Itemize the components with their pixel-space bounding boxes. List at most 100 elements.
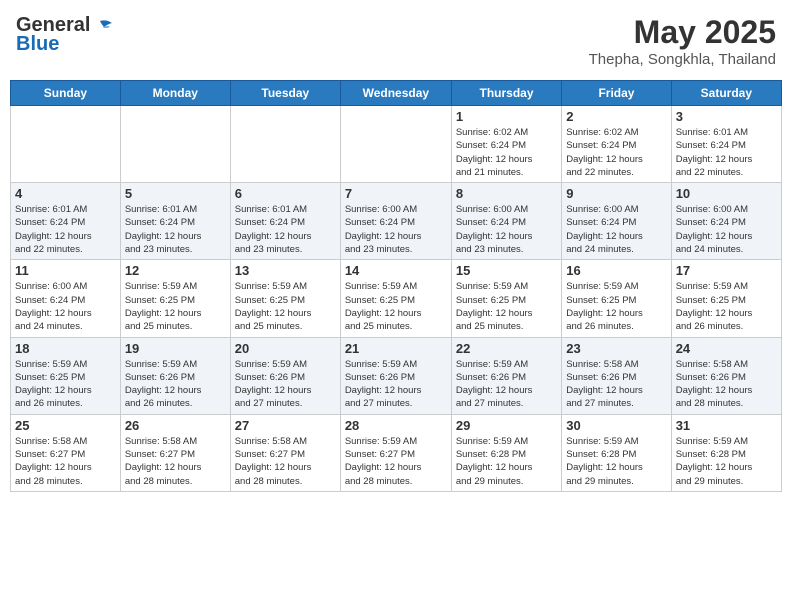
calendar-cell: 25Sunrise: 5:58 AM Sunset: 6:27 PM Dayli…	[11, 414, 121, 491]
calendar-week-2: 4 Sunrise: 6:01 AM Sunset: 6:24 PM Daylig…	[11, 183, 782, 260]
day-info: Sunrise: 6:01 AM Sunset: 6:24 PM Dayligh…	[235, 203, 336, 256]
calendar-cell: 27 Sunrise: 5:58 AM Sunset: 6:27 PM Dayli…	[230, 414, 340, 491]
col-header-monday: Monday	[120, 81, 230, 106]
calendar-cell: 23Sunrise: 5:58 AM Sunset: 6:26 PM Dayli…	[562, 337, 671, 414]
calendar-cell: 12Sunrise: 5:59 AM Sunset: 6:25 PM Dayli…	[120, 260, 230, 337]
day-info: Sunrise: 5:59 AM Sunset: 6:26 PM Dayligh…	[456, 358, 557, 411]
day-info: Sunrise: 5:58 AM Sunset: 6:27 PM Dayligh…	[235, 435, 336, 488]
day-info: Sunrise: 6:00 AM Sunset: 6:24 PM Dayligh…	[345, 203, 447, 256]
day-info: Sunrise: 5:59 AM Sunset: 6:26 PM Dayligh…	[125, 358, 226, 411]
calendar-cell	[340, 106, 451, 183]
location-subtitle: Thepha, Songkhla, Thailand	[589, 51, 776, 68]
calendar-cell: 22 Sunrise: 5:59 AM Sunset: 6:26 PM Dayli…	[451, 337, 561, 414]
calendar-cell: 19 Sunrise: 5:59 AM Sunset: 6:26 PM Dayli…	[120, 337, 230, 414]
day-info: Sunrise: 5:59 AM Sunset: 6:28 PM Dayligh…	[566, 435, 666, 488]
calendar-header-row: SundayMondayTuesdayWednesdayThursdayFrid…	[11, 81, 782, 106]
calendar-cell: 2Sunrise: 6:02 AM Sunset: 6:24 PM Daylig…	[562, 106, 671, 183]
day-number: 31	[676, 418, 777, 433]
calendar-cell: 16 Sunrise: 5:59 AM Sunset: 6:25 PM Dayli…	[562, 260, 671, 337]
calendar-cell: 17 Sunrise: 5:59 AM Sunset: 6:25 PM Dayli…	[671, 260, 781, 337]
calendar-cell	[230, 106, 340, 183]
day-info: Sunrise: 5:59 AM Sunset: 6:25 PM Dayligh…	[676, 280, 777, 333]
col-header-wednesday: Wednesday	[340, 81, 451, 106]
calendar-cell: 6 Sunrise: 6:01 AM Sunset: 6:24 PM Daylig…	[230, 183, 340, 260]
day-number: 7	[345, 186, 447, 201]
day-info: Sunrise: 6:00 AM Sunset: 6:24 PM Dayligh…	[15, 280, 116, 333]
calendar-cell: 28 Sunrise: 5:59 AM Sunset: 6:27 PM Dayli…	[340, 414, 451, 491]
day-number: 11	[15, 263, 116, 278]
calendar-cell: 8Sunrise: 6:00 AM Sunset: 6:24 PM Daylig…	[451, 183, 561, 260]
month-title: May 2025	[589, 14, 776, 51]
col-header-thursday: Thursday	[451, 81, 561, 106]
col-header-sunday: Sunday	[11, 81, 121, 106]
day-info: Sunrise: 5:59 AM Sunset: 6:28 PM Dayligh…	[676, 435, 777, 488]
calendar-week-4: 18 Sunrise: 5:59 AM Sunset: 6:25 PM Dayli…	[11, 337, 782, 414]
day-number: 20	[235, 341, 336, 356]
calendar-cell: 26 Sunrise: 5:58 AM Sunset: 6:27 PM Dayli…	[120, 414, 230, 491]
day-info: Sunrise: 6:02 AM Sunset: 6:24 PM Dayligh…	[456, 126, 557, 179]
calendar-week-1: 1 Sunrise: 6:02 AM Sunset: 6:24 PM Daylig…	[11, 106, 782, 183]
day-number: 26	[125, 418, 226, 433]
day-info: Sunrise: 5:59 AM Sunset: 6:27 PM Dayligh…	[345, 435, 447, 488]
calendar-cell: 13 Sunrise: 5:59 AM Sunset: 6:25 PM Dayli…	[230, 260, 340, 337]
logo-text-blue: Blue	[16, 33, 59, 56]
calendar-cell: 31 Sunrise: 5:59 AM Sunset: 6:28 PM Dayli…	[671, 414, 781, 491]
day-number: 17	[676, 263, 777, 278]
day-number: 4	[15, 186, 116, 201]
day-number: 9	[566, 186, 666, 201]
day-number: 23	[566, 341, 666, 356]
calendar-cell	[11, 106, 121, 183]
logo: General Blue	[16, 14, 114, 56]
day-info: Sunrise: 5:59 AM Sunset: 6:28 PM Dayligh…	[456, 435, 557, 488]
calendar-week-3: 11 Sunrise: 6:00 AM Sunset: 6:24 PM Dayli…	[11, 260, 782, 337]
day-number: 27	[235, 418, 336, 433]
day-info: Sunrise: 5:59 AM Sunset: 6:25 PM Dayligh…	[235, 280, 336, 333]
day-info: Sunrise: 6:01 AM Sunset: 6:24 PM Dayligh…	[15, 203, 116, 256]
day-info: Sunrise: 6:02 AM Sunset: 6:24 PM Dayligh…	[566, 126, 666, 179]
title-section: May 2025 Thepha, Songkhla, Thailand	[589, 14, 776, 68]
calendar-cell: 4 Sunrise: 6:01 AM Sunset: 6:24 PM Daylig…	[11, 183, 121, 260]
calendar-cell: 24Sunrise: 5:58 AM Sunset: 6:26 PM Dayli…	[671, 337, 781, 414]
day-number: 5	[125, 186, 226, 201]
calendar-cell: 11 Sunrise: 6:00 AM Sunset: 6:24 PM Dayli…	[11, 260, 121, 337]
day-number: 21	[345, 341, 447, 356]
calendar-cell: 14Sunrise: 5:59 AM Sunset: 6:25 PM Dayli…	[340, 260, 451, 337]
calendar-cell: 5 Sunrise: 6:01 AM Sunset: 6:24 PM Daylig…	[120, 183, 230, 260]
day-info: Sunrise: 6:00 AM Sunset: 6:24 PM Dayligh…	[676, 203, 777, 256]
day-number: 28	[345, 418, 447, 433]
calendar-cell: 10 Sunrise: 6:00 AM Sunset: 6:24 PM Dayli…	[671, 183, 781, 260]
day-number: 13	[235, 263, 336, 278]
day-number: 19	[125, 341, 226, 356]
day-number: 22	[456, 341, 557, 356]
logo-bird-icon	[92, 19, 114, 33]
day-info: Sunrise: 5:59 AM Sunset: 6:25 PM Dayligh…	[456, 280, 557, 333]
calendar-cell: 1 Sunrise: 6:02 AM Sunset: 6:24 PM Daylig…	[451, 106, 561, 183]
calendar-cell: 29 Sunrise: 5:59 AM Sunset: 6:28 PM Dayli…	[451, 414, 561, 491]
day-number: 29	[456, 418, 557, 433]
day-info: Sunrise: 5:58 AM Sunset: 6:27 PM Dayligh…	[125, 435, 226, 488]
day-number: 14	[345, 263, 447, 278]
calendar-week-5: 25 Sunrise: 5:58 AM Sunset: 6:27 PM Dayli…	[11, 414, 782, 491]
day-info: Sunrise: 5:59 AM Sunset: 6:26 PM Dayligh…	[345, 358, 447, 411]
day-number: 12	[125, 263, 226, 278]
day-number: 6	[235, 186, 336, 201]
day-number: 3	[676, 109, 777, 124]
day-info: Sunrise: 6:01 AM Sunset: 6:24 PM Dayligh…	[125, 203, 226, 256]
day-info: Sunrise: 5:58 AM Sunset: 6:26 PM Dayligh…	[676, 358, 777, 411]
calendar-cell	[120, 106, 230, 183]
day-number: 10	[676, 186, 777, 201]
calendar-cell: 18 Sunrise: 5:59 AM Sunset: 6:25 PM Dayli…	[11, 337, 121, 414]
day-number: 18	[15, 341, 116, 356]
day-info: Sunrise: 5:59 AM Sunset: 6:25 PM Dayligh…	[15, 358, 116, 411]
day-info: Sunrise: 6:00 AM Sunset: 6:24 PM Dayligh…	[566, 203, 666, 256]
calendar-cell: 7 Sunrise: 6:00 AM Sunset: 6:24 PM Daylig…	[340, 183, 451, 260]
calendar-cell: 15Sunrise: 5:59 AM Sunset: 6:25 PM Dayli…	[451, 260, 561, 337]
calendar-cell: 30Sunrise: 5:59 AM Sunset: 6:28 PM Dayli…	[562, 414, 671, 491]
day-info: Sunrise: 5:59 AM Sunset: 6:26 PM Dayligh…	[235, 358, 336, 411]
day-number: 1	[456, 109, 557, 124]
calendar-cell: 21 Sunrise: 5:59 AM Sunset: 6:26 PM Dayli…	[340, 337, 451, 414]
day-number: 8	[456, 186, 557, 201]
day-number: 16	[566, 263, 666, 278]
day-number: 25	[15, 418, 116, 433]
day-info: Sunrise: 5:59 AM Sunset: 6:25 PM Dayligh…	[566, 280, 666, 333]
